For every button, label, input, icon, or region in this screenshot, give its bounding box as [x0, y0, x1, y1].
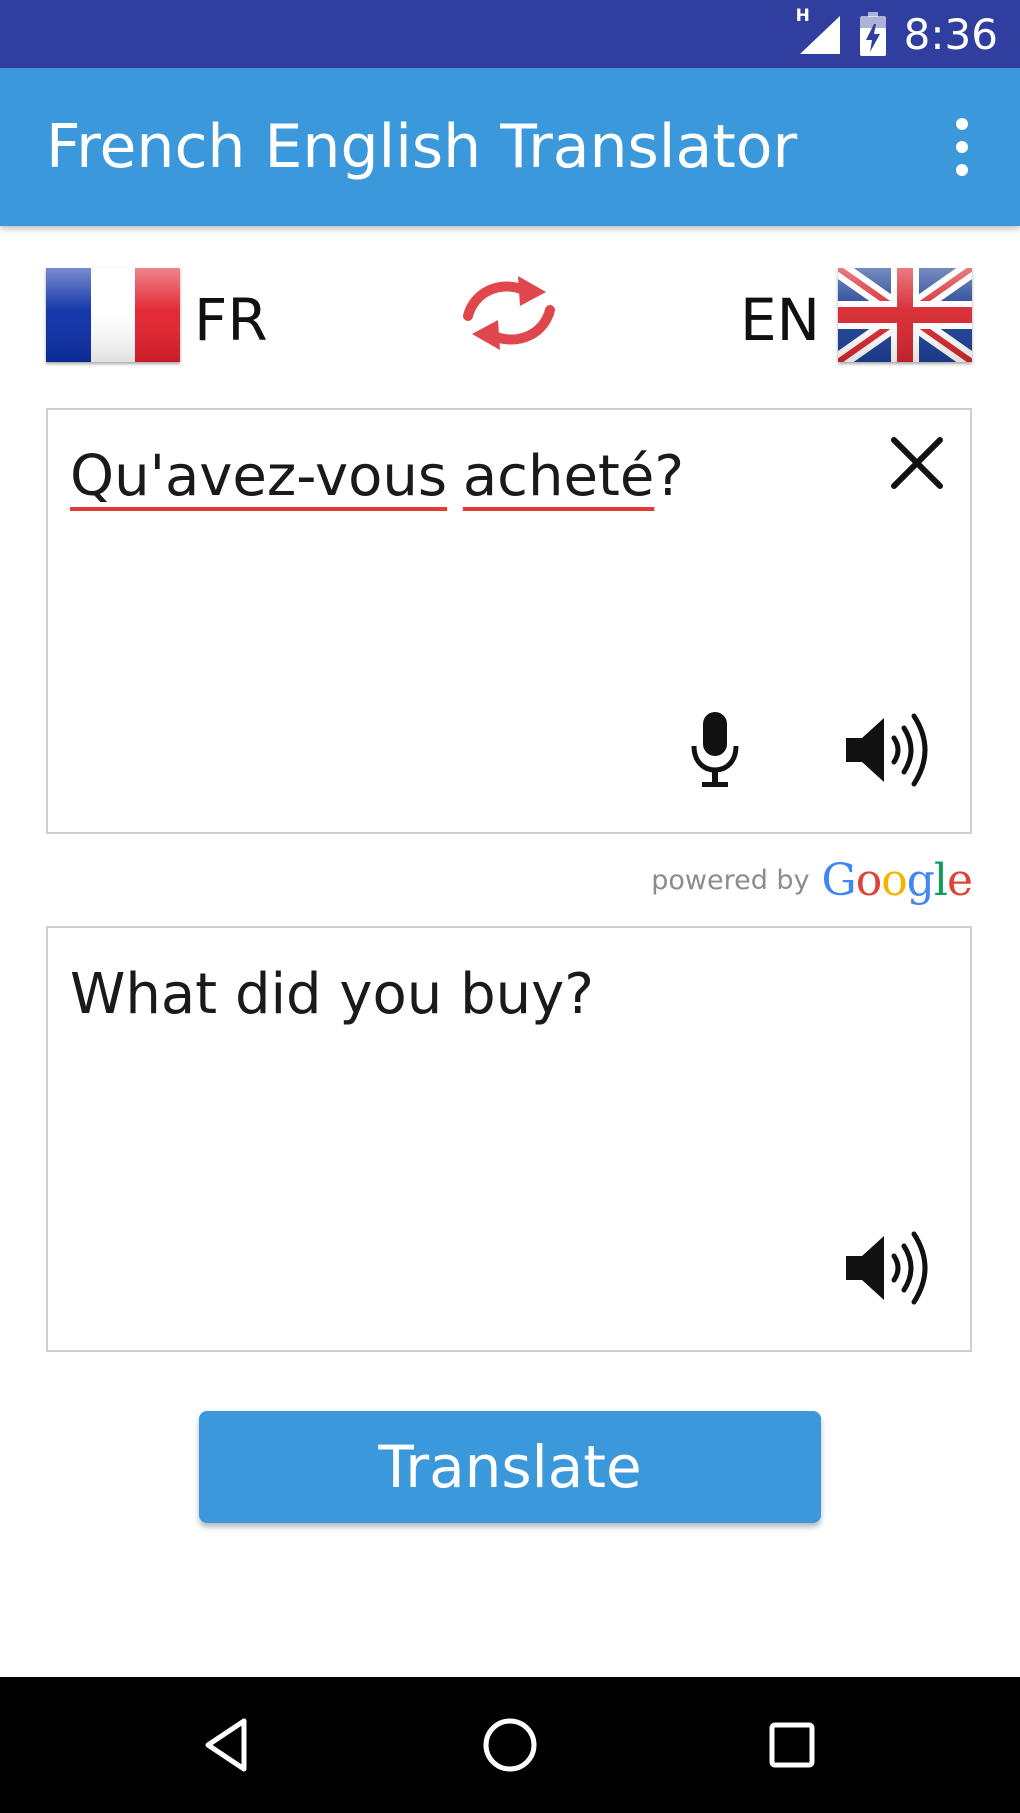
language-selector-row: FR EN [0, 262, 1020, 364]
status-icons: H 8:36 [796, 0, 998, 68]
translated-text: What did you buy? [70, 962, 594, 1027]
battery-charging-icon [859, 12, 886, 56]
source-word-1: Qu'avez-vous [70, 444, 448, 509]
more-vert-icon[interactable] [934, 114, 990, 180]
speaker-icon[interactable] [842, 710, 942, 790]
signal-icon: H [796, 6, 842, 56]
navigation-bar [0, 1677, 1020, 1813]
recents-icon[interactable] [758, 1711, 826, 1779]
home-icon[interactable] [476, 1711, 544, 1779]
status-time: 8:36 [903, 9, 998, 59]
app-screen: H 8:36 French English Translator FR EN Q… [0, 0, 1020, 1813]
powered-by-label: powered by [651, 864, 810, 896]
google-logo: Google [821, 854, 973, 906]
flag-france-icon[interactable] [46, 268, 180, 362]
back-icon[interactable] [194, 1711, 262, 1779]
translate-button[interactable]: Translate [199, 1411, 821, 1523]
flag-uk-icon[interactable] [838, 268, 972, 362]
target-language-code[interactable]: EN [740, 262, 820, 364]
source-trailing: ? [654, 444, 685, 509]
source-text[interactable]: Qu'avez-vous acheté? [70, 444, 684, 509]
close-icon[interactable] [882, 428, 952, 498]
source-text-box[interactable]: Qu'avez-vous acheté? [46, 408, 972, 834]
powered-by-google: powered by Google [651, 852, 973, 908]
target-text-box[interactable]: What did you buy? [46, 926, 972, 1352]
source-language-code[interactable]: FR [194, 262, 268, 364]
speaker-icon[interactable] [842, 1228, 942, 1308]
microphone-icon[interactable] [684, 710, 746, 790]
status-bar: H 8:36 [0, 0, 1020, 68]
app-title: French English Translator [46, 112, 798, 182]
source-word-2: acheté [462, 444, 655, 509]
app-bar: French English Translator [0, 68, 1020, 226]
swap-arrows-icon[interactable] [460, 270, 558, 356]
